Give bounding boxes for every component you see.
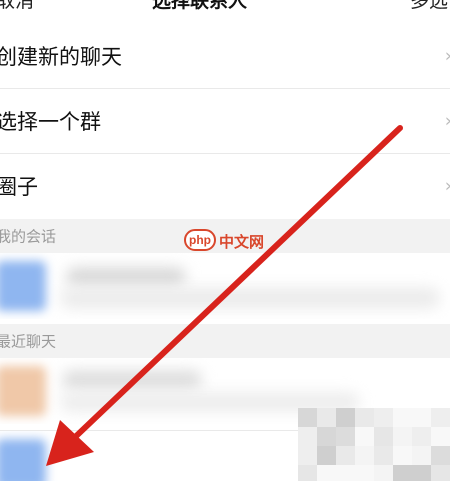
arrow-shaft <box>69 125 403 443</box>
annotation-arrow-icon <box>46 125 403 466</box>
